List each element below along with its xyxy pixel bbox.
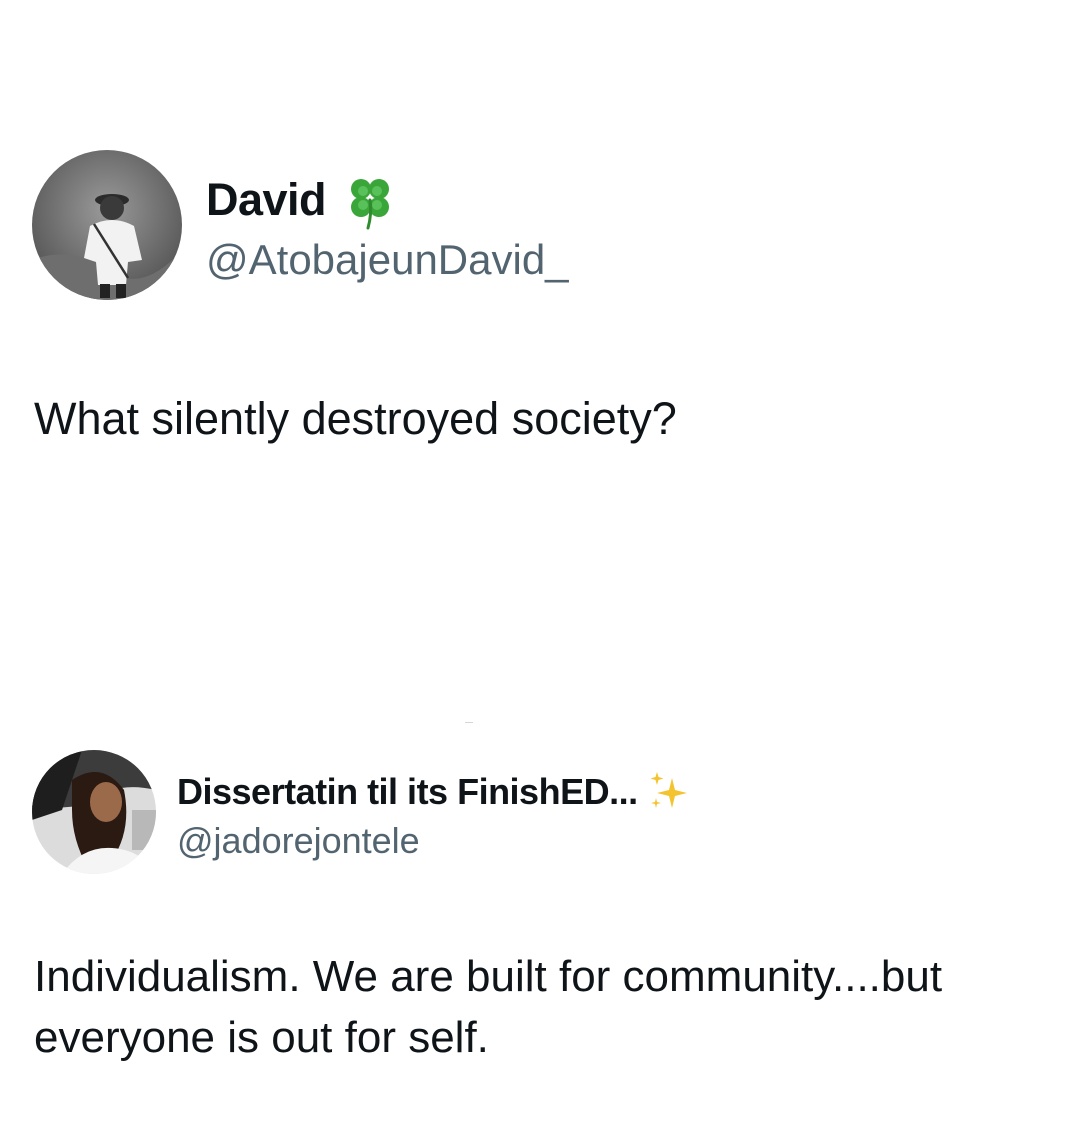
display-name-row: Dissertatin til its FinishED... [177, 768, 692, 816]
display-name-row: David [206, 170, 400, 230]
sparkles-icon [644, 768, 692, 816]
post-text: What silently destroyed society? [34, 393, 677, 444]
divider [465, 722, 473, 723]
avatar-photo [32, 150, 182, 300]
user-handle[interactable]: @jadorejontele [177, 820, 420, 862]
display-name[interactable]: Dissertatin til its FinishED... [177, 771, 638, 813]
avatar-photo [32, 750, 156, 874]
four-leaf-clover-icon [340, 170, 400, 230]
avatar[interactable] [32, 750, 156, 874]
avatar[interactable] [32, 150, 182, 300]
user-handle[interactable]: @AtobajeunDavid_ [206, 236, 569, 284]
post-text: Individualism. We are built for communit… [34, 952, 943, 1062]
display-name[interactable]: David [206, 174, 327, 226]
